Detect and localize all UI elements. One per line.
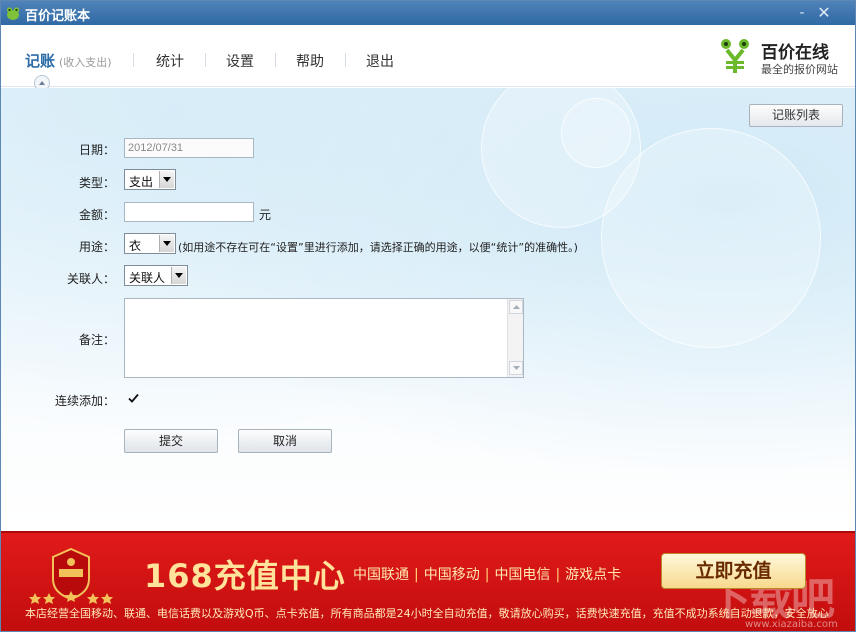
carrier-item: 中国联通 [353,567,409,583]
purpose-label: 用途： [78,240,115,254]
chevron-down-icon [159,235,174,252]
type-label: 类型： [78,176,115,190]
decorative-bubble [561,98,631,168]
form-panel: 记账列表 日期： 类型： 支出 金额： 元 用途： 衣 (如用途不存在可在“设置… [1,88,855,531]
type-select-value: 支出 [129,175,154,189]
amount-input[interactable] [124,202,254,222]
decorative-bubble [601,128,821,348]
nav-item-help[interactable]: 帮助 [296,51,324,71]
purpose-select-value: 衣 [129,239,142,253]
minimize-button[interactable]: - [793,4,811,22]
carrier-divider: | [555,567,561,583]
close-button[interactable]: ✕ [815,4,833,22]
brand-name: 百价在线 [761,43,829,63]
recharge-banner[interactable]: 168充值中心 中国联通 | 中国移动 | 中国电信 | 游戏点卡 下载吧 www.xiaz… [1,531,855,631]
notes-textarea[interactable] [124,298,524,378]
continuous-add-checkbox[interactable] [127,392,140,405]
purpose-select[interactable]: 衣 [124,233,176,254]
frog-app-icon [5,5,21,21]
nav-item-label: 记账 [25,52,56,70]
nav-item-statistics[interactable]: 统计 [156,51,184,71]
submit-button[interactable]: 提交 [124,429,218,453]
scroll-down-icon[interactable] [509,361,523,375]
app-window: 百价记账本 - ✕ 记账 (收入支出) 统计 设置 帮助 退出 百价在线 最全的… [0,0,856,632]
banner-description: 本店经营全国移动、联通、电信话费以及游戏Q币、点卡充值，所有商品都是24小时全自… [25,607,829,620]
quality-badge-icon [29,547,113,605]
chevron-down-icon [171,267,186,284]
carrier-divider: | [414,567,419,583]
continuous-add-label: 连续添加： [54,394,115,408]
related-person-select-value: 关联人 [129,271,166,285]
amount-unit: 元 [259,208,272,222]
brand-slogan: 最全的报价网站 [761,63,838,76]
nav-item-sublabel: (收入支出) [59,56,112,69]
nav-divider [275,53,276,67]
notes-scrollbar[interactable] [507,299,523,377]
brand-logo-icon [717,37,753,75]
nav-divider [133,53,134,67]
nav-bar: 记账 (收入支出) 统计 设置 帮助 退出 百价在线 最全的报价网站 [1,25,855,91]
carrier-divider: | [484,567,490,583]
nav-divider [205,53,206,67]
chevron-down-icon [159,171,174,188]
nav-item-settings[interactable]: 设置 [226,51,254,71]
window-title: 百价记账本 [25,9,91,24]
recharge-now-button[interactable]: 立即充值 [661,553,806,589]
notes-label: 备注： [78,333,115,347]
type-select[interactable]: 支出 [124,169,176,190]
title-bar[interactable]: 百价记账本 - ✕ [1,1,855,25]
amount-label: 金额： [78,208,115,222]
nav-item-exit[interactable]: 退出 [366,51,394,71]
related-person-label: 关联人： [66,272,115,286]
nav-item-bookkeeping[interactable]: 记账 (收入支出) [25,50,112,71]
related-person-select[interactable]: 关联人 [124,265,188,286]
purpose-hint: (如用途不存在可在“设置”里进行添加，请选择正确的用途，以便“统计”的准确性。) [178,241,578,254]
date-input[interactable] [124,138,254,158]
carrier-item: 游戏点卡 [565,567,622,583]
date-label: 日期： [78,143,115,157]
cancel-button[interactable]: 取消 [238,429,332,453]
nav-divider [345,53,346,67]
carrier-item: 中国移动 [423,567,480,583]
scroll-up-icon[interactable] [509,300,523,314]
records-list-button[interactable]: 记账列表 [749,104,843,127]
banner-title: 168充值中心 [144,557,346,595]
carrier-item: 中国电信 [494,567,551,583]
carrier-list: 中国联通 | 中国移动 | 中国电信 | 游戏点卡 [353,564,621,584]
